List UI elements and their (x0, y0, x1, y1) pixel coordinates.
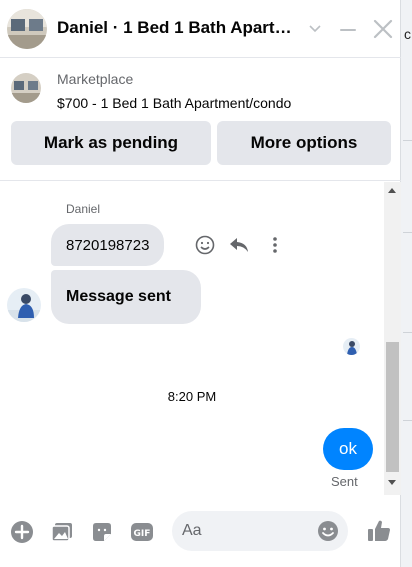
listing-summary[interactable]: $700 - 1 Bed 1 Bath Apartment/condo (57, 95, 291, 111)
seen-avatar (343, 338, 360, 355)
delivery-status: Sent (331, 474, 358, 489)
chat-header: Daniel · 1 Bed 1 Bath Apart… (0, 0, 401, 58)
listing-panel: Marketplace $700 - 1 Bed 1 Bath Apartmen… (0, 59, 401, 181)
message-input-field[interactable] (172, 511, 348, 551)
listing-small-thumbnail[interactable] (11, 73, 41, 103)
incoming-message[interactable]: 8720198723 (51, 224, 165, 266)
svg-text:GIF: GIF (134, 529, 151, 539)
chevron-down-icon[interactable] (308, 21, 322, 35)
message-scrollbar[interactable] (384, 182, 401, 495)
incoming-message[interactable]: Message sent (51, 270, 201, 324)
gif-icon[interactable]: GIF (130, 520, 154, 544)
more-options-button[interactable]: More options (217, 121, 391, 165)
listing-source: Marketplace (57, 71, 134, 87)
reply-icon[interactable] (228, 234, 250, 256)
conversation-title[interactable]: Daniel · 1 Bed 1 Bath Apart… (57, 18, 292, 38)
chat-window: Daniel · 1 Bed 1 Bath Apart… Marketplace… (0, 0, 401, 567)
mark-as-pending-button[interactable]: Mark as pending (11, 121, 211, 165)
message-timestamp: 8:20 PM (167, 389, 217, 404)
listing-thumbnail[interactable] (7, 9, 47, 49)
like-thumbs-up-icon[interactable] (366, 518, 392, 544)
sticker-icon[interactable] (90, 520, 114, 544)
scroll-down-arrow-icon[interactable] (388, 480, 396, 485)
emoji-icon[interactable] (317, 520, 339, 542)
message-input[interactable] (182, 511, 312, 551)
background-page-edge: c (401, 0, 412, 567)
close-icon[interactable] (372, 18, 394, 40)
minimize-icon[interactable] (338, 20, 358, 40)
photo-icon[interactable] (50, 520, 74, 544)
outgoing-message[interactable]: ok (323, 428, 373, 470)
sender-name: Daniel (66, 202, 101, 216)
more-vertical-icon[interactable] (264, 234, 286, 256)
scrollbar-thumb[interactable] (386, 342, 399, 472)
scroll-up-arrow-icon[interactable] (388, 188, 396, 193)
plus-circle-icon[interactable] (10, 520, 34, 544)
avatar[interactable] (7, 288, 41, 322)
message-list: Daniel 8720198723 Message sent 8:20 PM o… (0, 182, 384, 495)
react-emoji-icon[interactable] (194, 234, 216, 256)
message-composer: GIF (0, 500, 401, 567)
message-actions (194, 234, 284, 258)
